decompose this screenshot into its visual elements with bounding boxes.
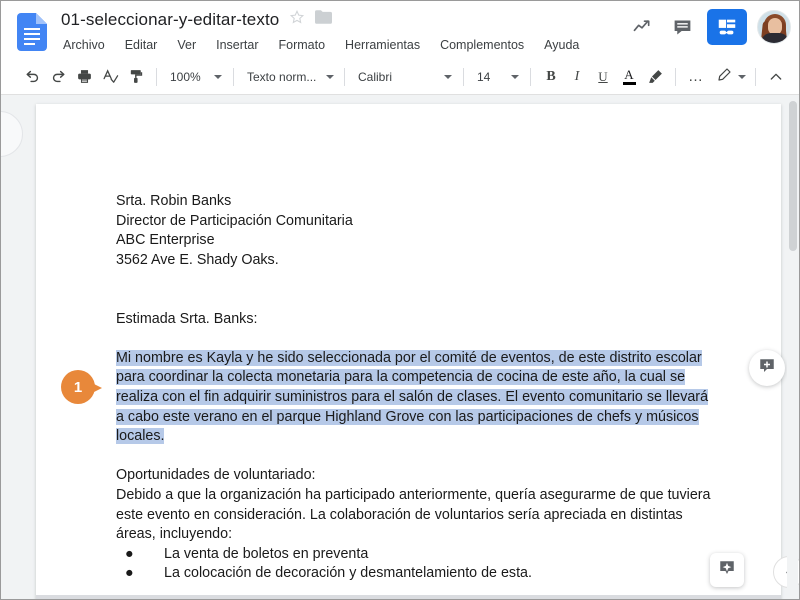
add-comment-icon <box>758 357 776 380</box>
menu-item-archivo[interactable]: Archivo <box>61 37 107 53</box>
bullet-glyph: ● <box>125 565 134 582</box>
bullet-list: ● La venta de boletos en preventa ● La c… <box>116 545 716 584</box>
paragraph-2: Debido a que la organización ha particip… <box>116 486 711 543</box>
address-line-3: ABC Enterprise <box>116 232 215 249</box>
toolbar-divider <box>156 67 157 86</box>
docs-icon <box>17 13 47 51</box>
chevron-down-icon <box>444 74 452 79</box>
chevron-down-icon <box>511 74 519 79</box>
formatting-toolbar: 100% Texto norm... Calibri 14 B I U A … <box>1 59 799 95</box>
annotation-callout-1: 1 <box>61 370 102 404</box>
page-bottom-edge <box>36 595 781 599</box>
menu-item-insertar[interactable]: Insertar <box>214 37 260 53</box>
paragraph-style-selector[interactable]: Texto norm... <box>241 65 337 89</box>
salutation: Estimada Srta. Banks: <box>116 310 258 327</box>
highlight-pen-icon[interactable] <box>642 64 668 90</box>
toolbar-divider <box>463 67 464 86</box>
menu-item-complementos[interactable]: Complementos <box>438 37 526 53</box>
underline-button[interactable]: U <box>590 64 616 90</box>
redo-icon[interactable] <box>45 64 71 90</box>
toolbar-divider <box>675 67 676 86</box>
list-item-label: La colocación de decoración y desmantela… <box>164 565 532 582</box>
text-color-button[interactable]: A <box>616 64 642 90</box>
undo-icon[interactable] <box>19 64 45 90</box>
document-text-body[interactable]: Srta. Robin Banks Director de Participac… <box>116 192 716 584</box>
highlighted-paragraph[interactable]: Mi nombre es Kayla y he sido seleccionad… <box>116 349 716 447</box>
activity-dashboard-icon[interactable] <box>627 12 657 42</box>
document-canvas[interactable]: Srta. Robin Banks Director de Participac… <box>1 96 799 599</box>
spellcheck-icon[interactable] <box>97 64 123 90</box>
zoom-value: 100% <box>170 69 201 84</box>
toolbar-divider <box>344 67 345 86</box>
page-title[interactable]: 01-seleccionar-y-editar-texto <box>61 10 279 30</box>
font-family-value: Calibri <box>358 69 393 84</box>
explore-icon <box>718 559 736 582</box>
menu-item-formato[interactable]: Formato <box>277 37 328 53</box>
list-item: ● La colocación de decoración y desmante… <box>116 564 716 584</box>
toolbar-divider <box>530 67 531 86</box>
explore-button[interactable] <box>710 553 744 587</box>
bold-button[interactable]: B <box>538 64 564 90</box>
list-item-label: La venta de boletos en preventa <box>164 545 369 562</box>
title-row: 01-seleccionar-y-editar-texto <box>61 9 333 30</box>
bullet-glyph: ● <box>125 545 134 562</box>
comment-history-icon[interactable] <box>667 12 697 42</box>
address-line-4: 3562 Ave E. Shady Oaks. <box>116 251 279 268</box>
toolbar-divider <box>755 67 756 86</box>
address-line-1: Srta. Robin Banks <box>116 193 232 209</box>
header-actions <box>627 9 791 45</box>
text-color-swatch <box>622 82 636 85</box>
star-outline-icon[interactable] <box>289 9 305 30</box>
address-line-2: Director de Participación Comunitaria <box>116 212 353 229</box>
print-icon[interactable] <box>71 64 97 90</box>
text-color-label: A <box>624 67 634 82</box>
paint-format-icon[interactable] <box>123 64 149 90</box>
user-avatar[interactable] <box>757 10 791 44</box>
add-comment-button[interactable] <box>749 350 785 386</box>
font-size-value: 14 <box>477 69 491 84</box>
list-item: ● La venta de boletos en preventa <box>116 545 716 565</box>
paragraph-style-value: Texto norm... <box>247 69 317 84</box>
meet-present-icon[interactable] <box>707 9 747 45</box>
chevron-up-icon[interactable] <box>763 64 789 90</box>
chevron-down-icon <box>738 74 746 79</box>
folder-icon[interactable] <box>315 10 333 29</box>
toolbar-divider <box>233 67 234 86</box>
zoom-selector[interactable]: 100% <box>164 65 226 89</box>
menu-item-editar[interactable]: Editar <box>123 37 160 53</box>
chevron-down-icon <box>214 74 222 79</box>
font-size-selector[interactable]: 14 <box>471 65 523 89</box>
document-page[interactable]: Srta. Robin Banks Director de Participac… <box>36 104 781 599</box>
menu-item-herramientas[interactable]: Herramientas <box>343 37 422 53</box>
document-outline-toggle[interactable] <box>1 111 23 157</box>
pencil-icon <box>716 67 732 86</box>
selected-text[interactable]: Mi nombre es Kayla y he sido seleccionad… <box>116 349 709 445</box>
section-heading: Oportunidades de voluntariado: <box>116 467 316 484</box>
chevron-down-icon <box>326 74 335 79</box>
google-docs-window: 01-seleccionar-y-editar-texto Archivo Ed… <box>0 0 800 600</box>
toolbar-right-group <box>716 64 799 90</box>
menu-item-ayuda[interactable]: Ayuda <box>542 37 581 53</box>
vertical-scrollbar-thumb[interactable] <box>789 101 797 251</box>
edit-mode-selector[interactable] <box>716 65 748 89</box>
more-options-button[interactable]: … <box>683 64 709 90</box>
menu-item-ver[interactable]: Ver <box>175 37 198 53</box>
italic-button[interactable]: I <box>564 64 590 90</box>
font-family-selector[interactable]: Calibri <box>352 65 456 89</box>
callout-number: 1 <box>61 370 95 404</box>
app-header: 01-seleccionar-y-editar-texto Archivo Ed… <box>1 1 799 59</box>
menu-bar: Archivo Editar Ver Insertar Formato Herr… <box>61 37 581 53</box>
